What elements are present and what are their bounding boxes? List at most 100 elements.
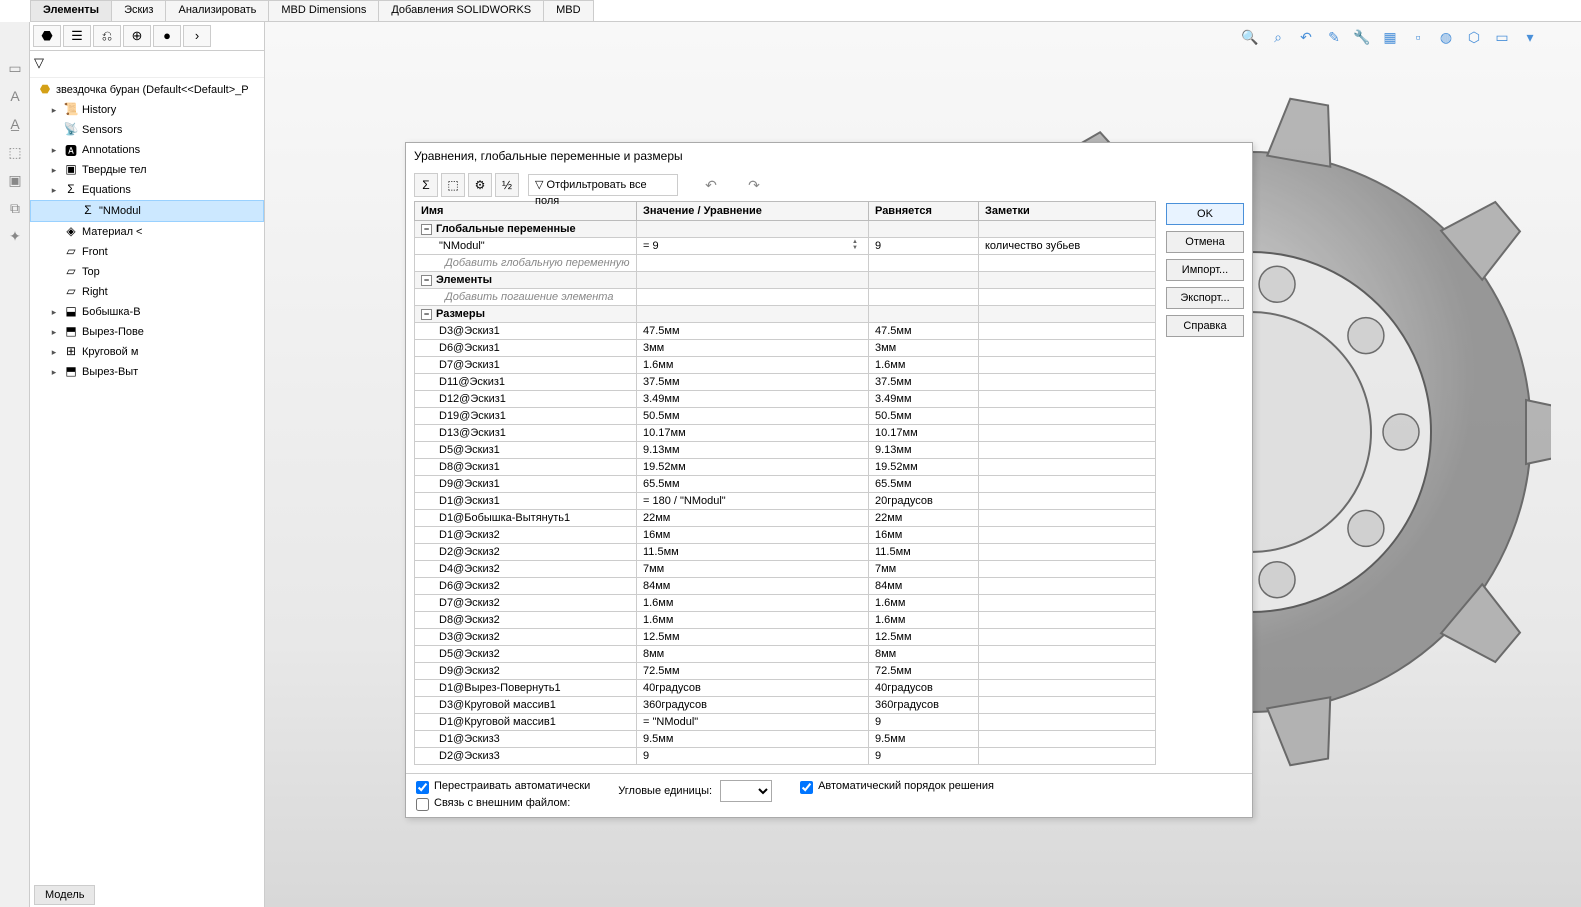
tree-item[interactable]: ▸⬒Вырез-Пове bbox=[30, 322, 264, 342]
notes-cell[interactable] bbox=[979, 714, 1156, 731]
notes-cell[interactable] bbox=[979, 578, 1156, 595]
name-cell[interactable]: D5@Эскиз1 bbox=[415, 442, 637, 459]
tab-mbd-dim[interactable]: MBD Dimensions bbox=[268, 0, 379, 21]
collapse-icon[interactable]: − bbox=[421, 224, 432, 235]
stepper-icon[interactable]: ▲▼ bbox=[852, 239, 866, 251]
tree-item[interactable]: ▸⬓Бобышка-В bbox=[30, 302, 264, 322]
auto-order-checkbox[interactable]: Автоматический порядок решения bbox=[800, 780, 994, 794]
value-cell[interactable]: = 9▲▼ bbox=[637, 238, 869, 255]
hint-cell[interactable]: Добавить погашение элемента bbox=[415, 289, 637, 306]
value-cell[interactable]: 50.5мм bbox=[637, 408, 869, 425]
value-cell[interactable]: 16мм bbox=[637, 527, 869, 544]
value-cell[interactable]: 11.5мм bbox=[637, 544, 869, 561]
tab-addins[interactable]: Добавления SOLIDWORKS bbox=[378, 0, 544, 21]
rail-icon[interactable]: ⬚ bbox=[3, 140, 27, 164]
edit-icon[interactable]: ▾ bbox=[1519, 26, 1541, 48]
table-row[interactable]: D3@Эскиз212.5мм12.5мм bbox=[415, 629, 1156, 646]
fm-tab-tree-icon[interactable]: ⬣ bbox=[33, 25, 61, 47]
name-cell[interactable]: D11@Эскиз1 bbox=[415, 374, 637, 391]
notes-cell[interactable] bbox=[979, 595, 1156, 612]
bottom-tab-model[interactable]: Модель bbox=[34, 885, 95, 905]
value-cell[interactable]: 1.6мм bbox=[637, 357, 869, 374]
notes-cell[interactable] bbox=[979, 510, 1156, 527]
name-cell[interactable]: D12@Эскиз1 bbox=[415, 391, 637, 408]
name-cell[interactable]: D3@Эскиз2 bbox=[415, 629, 637, 646]
table-row[interactable]: D1@Вырез-Повернуть140градусов40градусов bbox=[415, 680, 1156, 697]
notes-cell[interactable] bbox=[979, 493, 1156, 510]
hide-show-icon[interactable]: ▭ bbox=[1491, 26, 1513, 48]
col-equals-header[interactable]: Равняется bbox=[869, 202, 979, 221]
name-cell[interactable]: D8@Эскиз2 bbox=[415, 612, 637, 629]
name-cell[interactable]: D9@Эскиз2 bbox=[415, 663, 637, 680]
value-cell[interactable]: 1.6мм bbox=[637, 595, 869, 612]
notes-cell[interactable] bbox=[979, 544, 1156, 561]
notes-cell[interactable] bbox=[979, 629, 1156, 646]
name-cell[interactable]: D2@Эскиз3 bbox=[415, 748, 637, 765]
notes-cell[interactable] bbox=[979, 374, 1156, 391]
tree-item[interactable]: ▸🅰Annotations bbox=[30, 140, 264, 160]
section-header[interactable]: −Элементы bbox=[415, 272, 637, 289]
sigma-icon[interactable]: Σ bbox=[414, 173, 438, 197]
name-cell[interactable]: D13@Эскиз1 bbox=[415, 425, 637, 442]
value-cell[interactable]: = 180 / "NModul" bbox=[637, 493, 869, 510]
notes-cell[interactable] bbox=[979, 425, 1156, 442]
notes-cell[interactable]: количество зубьев bbox=[979, 238, 1156, 255]
table-row[interactable]: D5@Эскиз19.13мм9.13мм bbox=[415, 442, 1156, 459]
value-cell[interactable]: 65.5мм bbox=[637, 476, 869, 493]
tree-item[interactable]: ▱Front bbox=[30, 242, 264, 262]
name-cell[interactable]: D1@Круговой массив1 bbox=[415, 714, 637, 731]
units-select[interactable] bbox=[720, 780, 772, 802]
expand-icon[interactable]: ▸ bbox=[48, 307, 60, 318]
tab-analyze[interactable]: Анализировать bbox=[165, 0, 269, 21]
value-cell[interactable]: = "NModul" bbox=[637, 714, 869, 731]
filter-dropdown[interactable]: ▽ Отфильтровать все поля bbox=[528, 174, 678, 196]
tab-features[interactable]: Элементы bbox=[30, 0, 112, 21]
name-cell[interactable]: D1@Эскиз3 bbox=[415, 731, 637, 748]
name-cell[interactable]: D1@Эскиз1 bbox=[415, 493, 637, 510]
name-cell[interactable]: D3@Круговой массив1 bbox=[415, 697, 637, 714]
table-row[interactable]: D1@Круговой массив1= "NModul"9 bbox=[415, 714, 1156, 731]
table-row[interactable]: D1@Эскиз39.5мм9.5мм bbox=[415, 731, 1156, 748]
table-row[interactable]: D1@Эскиз1= 180 / "NModul"20градусов bbox=[415, 493, 1156, 510]
value-cell[interactable]: 37.5мм bbox=[637, 374, 869, 391]
fm-tab-config-icon[interactable]: ⎌ bbox=[93, 25, 121, 47]
table-row[interactable]: D9@Эскиз272.5мм72.5мм bbox=[415, 663, 1156, 680]
rail-icon[interactable]: A bbox=[3, 84, 27, 108]
value-cell[interactable]: 12.5мм bbox=[637, 629, 869, 646]
name-cell[interactable]: D9@Эскиз1 bbox=[415, 476, 637, 493]
table-row[interactable]: D9@Эскиз165.5мм65.5мм bbox=[415, 476, 1156, 493]
value-cell[interactable]: 3.49мм bbox=[637, 391, 869, 408]
rail-icon[interactable]: ⧉ bbox=[3, 196, 27, 220]
table-row[interactable]: D3@Круговой массив1360градусов360градусо… bbox=[415, 697, 1156, 714]
value-cell[interactable]: 19.52мм bbox=[637, 459, 869, 476]
table-row[interactable]: D6@Эскиз13мм3мм bbox=[415, 340, 1156, 357]
tree-item[interactable]: ▱Right bbox=[30, 282, 264, 302]
expand-icon[interactable]: ▸ bbox=[48, 165, 60, 176]
expand-icon[interactable]: ▸ bbox=[48, 367, 60, 378]
sort-icon[interactable]: ½ bbox=[495, 173, 519, 197]
notes-cell[interactable] bbox=[979, 459, 1156, 476]
table-row[interactable]: D8@Эскиз21.6мм1.6мм bbox=[415, 612, 1156, 629]
table-row[interactable]: D5@Эскиз28мм8мм bbox=[415, 646, 1156, 663]
tree-item[interactable]: ◈Материал < bbox=[30, 222, 264, 242]
style-icon[interactable]: ⬡ bbox=[1463, 26, 1485, 48]
name-cell[interactable]: D1@Вырез-Повернуть1 bbox=[415, 680, 637, 697]
tree-item[interactable]: ▸⊞Круговой м bbox=[30, 342, 264, 362]
notes-cell[interactable] bbox=[979, 646, 1156, 663]
name-cell[interactable]: D4@Эскиз2 bbox=[415, 561, 637, 578]
redo-icon[interactable]: ↷ bbox=[744, 177, 764, 194]
notes-cell[interactable] bbox=[979, 697, 1156, 714]
value-cell[interactable]: 9.13мм bbox=[637, 442, 869, 459]
view-orient-icon[interactable]: ▫ bbox=[1407, 26, 1429, 48]
tree-item[interactable]: ▸ΣEquations bbox=[30, 180, 264, 200]
name-cell[interactable]: D8@Эскиз1 bbox=[415, 459, 637, 476]
appearance-icon[interactable]: ▦ bbox=[1379, 26, 1401, 48]
value-cell[interactable]: 72.5мм bbox=[637, 663, 869, 680]
value-cell[interactable]: 47.5мм bbox=[637, 323, 869, 340]
link-checkbox[interactable]: Связь с внешним файлом: bbox=[416, 797, 590, 811]
cancel-button[interactable]: Отмена bbox=[1166, 231, 1244, 253]
notes-cell[interactable] bbox=[979, 391, 1156, 408]
name-cell[interactable]: D5@Эскиз2 bbox=[415, 646, 637, 663]
section-icon[interactable]: ✎ bbox=[1323, 26, 1345, 48]
fm-tab-prop-icon[interactable]: ☰ bbox=[63, 25, 91, 47]
